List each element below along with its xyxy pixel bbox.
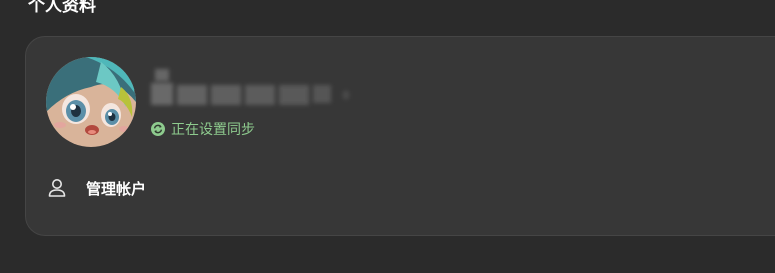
profile-card: 正在设置同步 管理帐户	[25, 36, 775, 236]
user-icon	[46, 177, 68, 199]
manage-account-button[interactable]: 管理帐户	[46, 177, 146, 199]
avatar-image	[46, 57, 136, 147]
manage-account-label: 管理帐户	[86, 179, 147, 198]
blurred-account-name	[143, 65, 353, 113]
sync-status-text: 正在设置同步	[171, 122, 255, 138]
sync-icon	[151, 122, 165, 136]
section-title: 个人资料	[28, 0, 96, 16]
avatar[interactable]	[46, 57, 136, 147]
sync-status: 正在设置同步	[151, 119, 255, 139]
